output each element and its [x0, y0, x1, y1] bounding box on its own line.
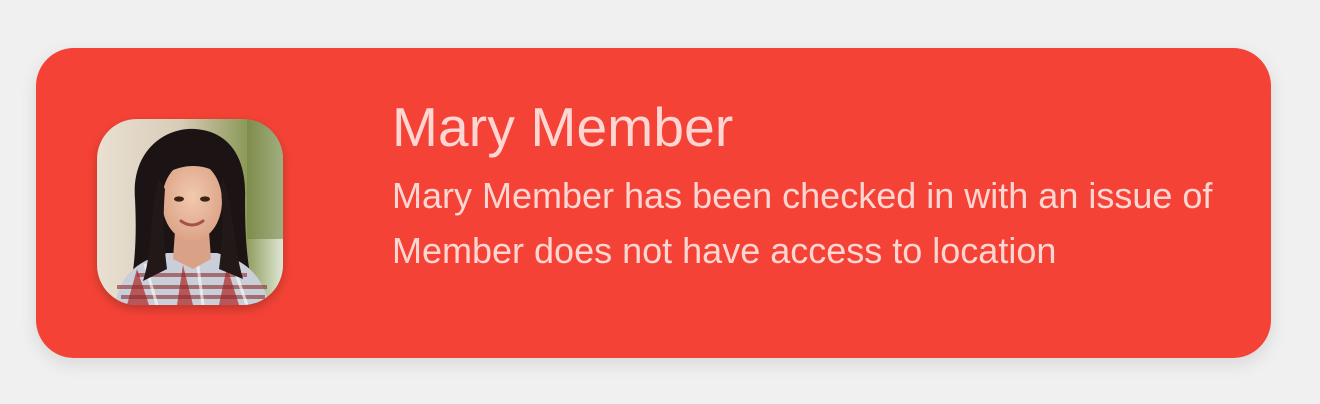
screen: Mary Member Mary Member has been checked… — [0, 0, 1320, 404]
notification-message: Mary Member has been checked in with an … — [392, 175, 1213, 271]
notification-content: Mary Member Mary Member has been checked… — [392, 92, 1242, 278]
notification-title: Mary Member — [392, 96, 734, 158]
checkin-issue-notification[interactable]: Mary Member Mary Member has been checked… — [36, 48, 1271, 358]
member-avatar — [97, 119, 283, 305]
member-photo-icon — [97, 119, 283, 305]
